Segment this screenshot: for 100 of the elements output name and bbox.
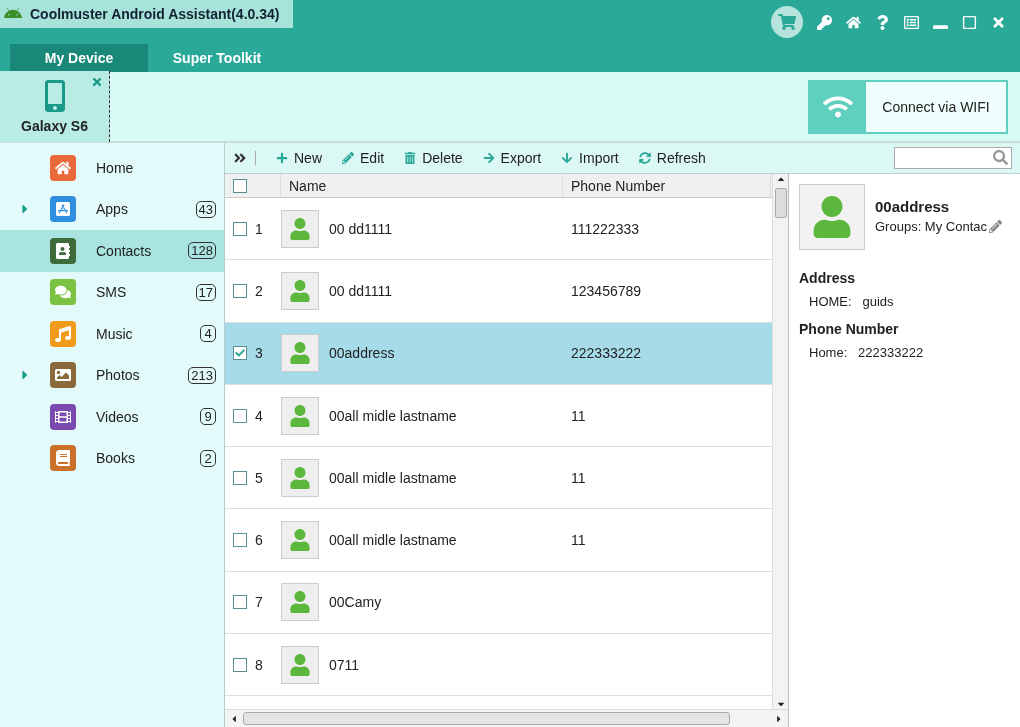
toolbar-button[interactable]: New	[276, 150, 322, 166]
row-number: 4	[255, 407, 264, 424]
item-count: 17	[195, 283, 216, 301]
sidebar-label: Home	[96, 159, 135, 176]
sidebar-label: Music	[96, 325, 134, 342]
avatar-icon	[281, 521, 319, 560]
sidebar-item[interactable]: Apps 43	[0, 188, 224, 230]
contact-name: 0711	[329, 656, 361, 673]
key-icon[interactable]	[817, 14, 832, 30]
pencil-icon	[342, 152, 354, 164]
help-icon[interactable]	[875, 14, 890, 30]
row-checkbox[interactable]	[233, 283, 247, 298]
sidebar-item[interactable]: Home	[0, 147, 224, 189]
contact-name: 00address	[329, 345, 396, 362]
phone-number: 11	[571, 532, 587, 549]
avatar-icon	[799, 184, 865, 250]
contact-groups: Groups: My Contac	[875, 219, 987, 234]
row-number: 7	[255, 594, 264, 611]
row-number: 1	[255, 220, 264, 237]
row-checkbox[interactable]	[233, 657, 247, 672]
contact-name: 00all midle lastname	[329, 469, 458, 486]
tab[interactable]: My Device	[10, 44, 148, 72]
detail-entry: HOME: guids	[809, 294, 895, 309]
scroll-thumb[interactable]	[774, 188, 787, 218]
maximize-icon[interactable]	[962, 14, 977, 30]
device-tile[interactable]: Galaxy S6	[0, 71, 110, 142]
item-count: 43	[195, 200, 216, 218]
item-count: 9	[200, 408, 216, 426]
row-checkbox[interactable]	[233, 595, 247, 610]
edit-icon[interactable]	[989, 220, 1002, 233]
avatar-icon	[281, 583, 319, 622]
cart-icon[interactable]	[771, 6, 803, 38]
phone-number: 222333222	[571, 345, 643, 362]
book-icon	[50, 445, 76, 472]
row-number: 2	[255, 282, 264, 299]
sidebar-item[interactable]: Music 4	[0, 313, 224, 355]
phone-number: 111222333	[571, 220, 640, 237]
column-header: Name	[281, 174, 563, 197]
toolbar-button[interactable]: Refresh	[638, 150, 706, 166]
search-icon[interactable]	[993, 150, 1008, 165]
sidebar-item[interactable]: Contacts 128	[0, 230, 224, 272]
vertical-scrollbar[interactable]	[772, 174, 788, 709]
row-checkbox[interactable]	[233, 346, 247, 361]
item-count: 4	[200, 325, 216, 343]
sidebar-item[interactable]: Videos 9	[0, 396, 224, 438]
row-checkbox[interactable]	[233, 470, 247, 485]
chat-icon	[50, 279, 76, 306]
sidebar-label: Contacts	[96, 242, 153, 259]
select-all-checkbox[interactable]	[233, 178, 247, 193]
row-number: 8	[255, 656, 264, 673]
contact-name: 00 dd1111	[329, 220, 394, 237]
row-number: 3	[255, 345, 264, 362]
sidebar-item[interactable]: Books 2	[0, 437, 224, 479]
contact-name: 00Camy	[329, 594, 383, 611]
sidebar-label: Photos	[96, 367, 141, 384]
avatar-icon	[281, 209, 319, 248]
refresh-icon	[638, 152, 651, 164]
sidebar-item[interactable]: Photos 213	[0, 354, 224, 396]
sidebar-label: Videos	[96, 408, 140, 425]
avatar-icon	[281, 396, 319, 435]
feedback-icon[interactable]	[904, 14, 919, 30]
phone-number: 11	[571, 469, 587, 486]
row-checkbox[interactable]	[233, 533, 247, 548]
contact-name: 00all midle lastname	[329, 532, 458, 549]
device-name: Galaxy S6	[21, 117, 88, 134]
item-count: 128	[188, 242, 216, 260]
connect-wifi-button[interactable]: Connect via WIFI	[808, 79, 1008, 134]
toolbar-button[interactable]: Delete	[404, 150, 463, 166]
item-count: 213	[188, 366, 216, 384]
avatar-icon	[281, 334, 319, 373]
toolbar-button[interactable]: Import	[561, 150, 619, 166]
close-icon[interactable]	[91, 76, 103, 88]
scroll-thumb[interactable]	[243, 712, 730, 725]
row-checkbox[interactable]	[233, 408, 247, 423]
arrow-right-icon	[482, 152, 495, 164]
search-field[interactable]	[894, 147, 1012, 169]
picture-icon	[50, 362, 76, 389]
avatar-icon	[281, 645, 319, 684]
avatar-icon	[281, 271, 319, 310]
avatar-icon	[281, 458, 319, 497]
row-number: 6	[255, 532, 264, 549]
item-count: 2	[200, 449, 216, 467]
home-icon[interactable]	[846, 14, 861, 30]
expand-icon[interactable]	[233, 151, 256, 165]
toolbar-button[interactable]: Edit	[342, 150, 385, 166]
row-checkbox[interactable]	[233, 221, 247, 236]
contact-name: 00 dd1111	[329, 282, 394, 299]
detail-entry: Home: 222333222	[809, 345, 925, 360]
row-number: 5	[255, 469, 264, 486]
close-icon[interactable]	[991, 14, 1006, 30]
arrow-down-icon	[561, 152, 574, 164]
table-row[interactable]: 3 00address 222333222	[225, 322, 772, 385]
section-heading: Address	[799, 270, 857, 286]
film-icon	[50, 403, 76, 430]
horizontal-scrollbar[interactable]	[225, 709, 788, 727]
window-title: Coolmuster Android Assistant(4.0.34)	[30, 6, 280, 22]
sidebar-label: SMS	[96, 284, 128, 301]
section-heading: Phone Number	[799, 321, 900, 337]
toolbar-button[interactable]: Export	[482, 150, 542, 166]
sidebar-item[interactable]: SMS 17	[0, 271, 224, 313]
